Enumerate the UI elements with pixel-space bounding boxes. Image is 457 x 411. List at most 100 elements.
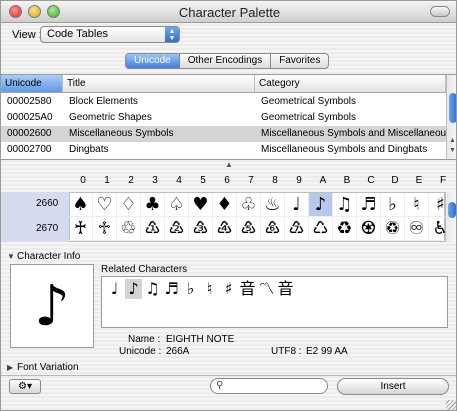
related-character[interactable]: 音: [277, 279, 294, 299]
glyph-cell[interactable]: ♶: [213, 217, 237, 241]
glyph-cell[interactable]: ♩: [285, 193, 309, 217]
view-select-value: Code Tables: [47, 28, 108, 40]
glyph-cell[interactable]: ♼: [357, 217, 381, 241]
view-select[interactable]: Code Tables ▲ ▼: [40, 26, 180, 43]
glyph-cell[interactable]: ♷: [237, 217, 261, 241]
grid-column-head: D: [391, 175, 399, 186]
glyph-cell[interactable]: ♢: [117, 193, 141, 217]
glyph-cell[interactable]: ♪: [309, 193, 333, 217]
glyph-cell[interactable]: ♥: [189, 193, 213, 217]
character-info-label: Character Info: [17, 251, 81, 262]
character-grid: ♠ ♡ ♢ ♣ ♤ ♥ ♦ ♧ ♨ ♩ ♪ ♫ ♬ ♭ ♮ ♯ ♰ ♱ ♲ ♳ ♴ ♵ ♶ ♷ ♸ ♹ ♺ ♻ ♼ ♽ ♾ ♿: [69, 192, 453, 242]
glyph-cell[interactable]: ♭: [381, 193, 405, 217]
cell-title: Geometric Shapes: [69, 112, 152, 123]
related-character[interactable]: ♩: [106, 279, 123, 299]
table-row[interactable]: 00002580 Block Elements Geometrical Symb…: [1, 94, 446, 110]
grid-column-head: 8: [272, 175, 278, 186]
glyph-cell[interactable]: ♦: [213, 193, 237, 217]
related-character[interactable]: ♪: [125, 279, 142, 299]
cell-category: Geometrical Symbols: [261, 96, 357, 107]
grid-row-label: 2660: [36, 198, 59, 209]
split-divider-handle-icon[interactable]: ▲: [225, 160, 233, 169]
grid-column-head: 5: [200, 175, 206, 186]
glyph-cell[interactable]: ♬: [357, 193, 381, 217]
toolbar-toggle-button[interactable]: [430, 6, 450, 17]
related-character[interactable]: ♬: [163, 279, 180, 299]
character-info-disclosure[interactable]: ▼ Character Info: [7, 251, 80, 262]
code-table: Unicode Title Category 00002580 Block El…: [1, 74, 456, 160]
table-scroll-thumb[interactable]: [449, 93, 456, 123]
related-character[interactable]: ♯: [220, 279, 237, 299]
grid-column-head: 6: [224, 175, 230, 186]
disclosure-open-triangle-icon: ▼: [7, 252, 15, 261]
tab-unicode[interactable]: Unicode: [125, 53, 180, 69]
search-input[interactable]: [229, 380, 325, 392]
table-row[interactable]: 000025A0 Geometric Shapes Geometrical Sy…: [1, 110, 446, 126]
glyph-cell[interactable]: ♹: [285, 217, 309, 241]
search-field[interactable]: ⚲: [210, 378, 328, 394]
glyph-cell[interactable]: ♨: [261, 193, 285, 217]
grid-column-head: B: [343, 175, 351, 186]
character-grid-area: 0 1 2 3 4 5 6 7 8 9 A B C D E F 2660 267…: [1, 173, 456, 245]
glyph-cell[interactable]: ♣: [141, 193, 165, 217]
scroll-down-arrow-icon[interactable]: ▼: [447, 147, 456, 157]
cell-code: 000025A0: [7, 112, 53, 123]
gear-action-button[interactable]: ⚙▾: [9, 379, 41, 394]
related-character[interactable]: ♭: [182, 279, 199, 299]
column-header-title[interactable]: Title: [63, 75, 255, 92]
glyph-cell[interactable]: ♴: [165, 217, 189, 241]
title-bar[interactable]: Character Palette: [1, 1, 456, 23]
grid-column-head: 9: [296, 175, 302, 186]
insert-button[interactable]: Insert: [337, 378, 449, 395]
grid-column-head: C: [367, 175, 375, 186]
grid-scrollbar[interactable]: [445, 192, 456, 242]
character-palette-window: Character Palette View : Code Tables ▲ ▼ …: [0, 0, 457, 411]
glyph-cell[interactable]: ♫: [333, 193, 357, 217]
glyph-cell[interactable]: ♻: [333, 217, 357, 241]
glyph-cell[interactable]: ♰: [69, 217, 93, 241]
grid-column-head: E: [415, 175, 423, 186]
related-character[interactable]: ♮: [201, 279, 218, 299]
tab-favorites[interactable]: Favorites: [271, 53, 330, 69]
resize-handle-icon[interactable]: [446, 400, 456, 410]
glyph-cell[interactable]: ♾: [405, 217, 429, 241]
related-character[interactable]: 〽: [258, 279, 275, 299]
glyph-cell[interactable]: ♤: [165, 193, 189, 217]
font-variation-disclosure[interactable]: ▶ Font Variation: [7, 362, 79, 373]
name-label: Name :: [128, 334, 161, 345]
glyph-cell[interactable]: ♳: [141, 217, 165, 241]
grid-column-head: 7: [248, 175, 254, 186]
column-header-unicode[interactable]: Unicode: [1, 75, 63, 92]
glyph-cell[interactable]: ♺: [309, 217, 333, 241]
glyph-cell[interactable]: ♡: [93, 193, 117, 217]
table-row-selected[interactable]: 00002600 Miscellaneous Symbols Miscellan…: [1, 126, 446, 142]
glyph-cell[interactable]: ♠: [69, 193, 93, 217]
name-value: EIGHTH NOTE: [166, 334, 235, 345]
cell-category: Geometrical Symbols: [261, 112, 357, 123]
related-character[interactable]: ♫: [144, 279, 161, 299]
glyph-cell[interactable]: ♧: [237, 193, 261, 217]
unicode-label: Unicode :: [119, 346, 162, 357]
glyph-cell[interactable]: ♸: [261, 217, 285, 241]
column-header-category[interactable]: Category: [255, 75, 446, 92]
cell-category: Miscellaneous Symbols and Dingbats: [261, 144, 428, 155]
grid-column-head: 0: [80, 175, 86, 186]
related-character[interactable]: 音: [239, 279, 256, 299]
grid-column-head: F: [439, 175, 447, 186]
cell-code: 00002580: [7, 96, 52, 107]
glyph-cell[interactable]: ♮: [405, 193, 429, 217]
grid-column-head: 3: [152, 175, 158, 186]
view-label: View :: [12, 29, 42, 41]
character-preview[interactable]: ♪: [10, 264, 94, 348]
cell-title: Dingbats: [69, 144, 109, 155]
glyph-cell[interactable]: ♵: [189, 217, 213, 241]
grid-scroll-thumb[interactable]: [448, 202, 456, 218]
table-row[interactable]: 00002700 Dingbats Miscellaneous Symbols …: [1, 142, 446, 158]
glyph-cell[interactable]: ♽: [381, 217, 405, 241]
tab-other-encodings[interactable]: Other Encodings: [179, 53, 272, 69]
scroll-up-arrow-icon[interactable]: ▲: [447, 137, 456, 147]
glyph-cell[interactable]: ♲: [117, 217, 141, 241]
table-scrollbar[interactable]: ▲ ▼: [446, 75, 456, 159]
glyph-cell[interactable]: ♱: [93, 217, 117, 241]
disclosure-closed-triangle-icon: ▶: [7, 363, 14, 372]
